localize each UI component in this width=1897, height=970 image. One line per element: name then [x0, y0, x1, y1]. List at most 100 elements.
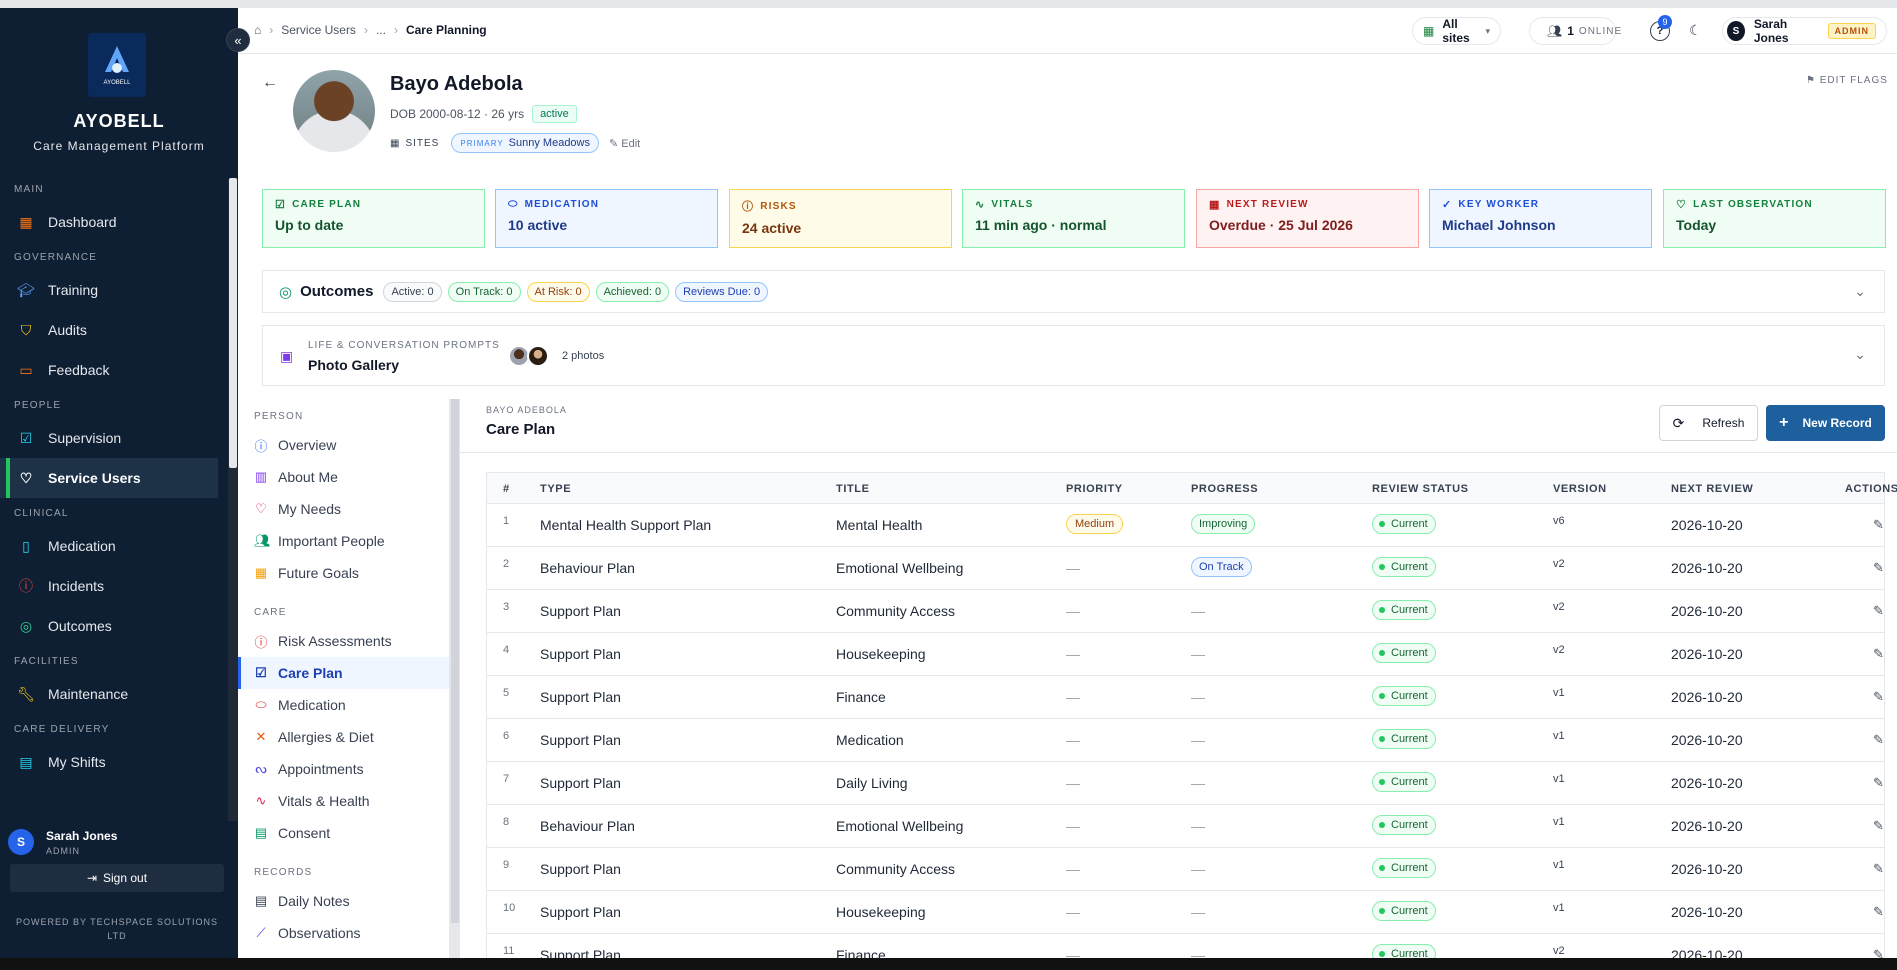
summary-card-risks[interactable]: ⓘ RISKS 24 active	[729, 189, 952, 248]
record-nav-item-appointments[interactable]: ᔓ Appointments	[238, 753, 449, 785]
sign-out-button[interactable]: ⇥ Sign out	[10, 864, 224, 892]
record-nav-item-medication[interactable]: ⬭ Medication	[238, 689, 449, 721]
column-header-actions: ACTIONS	[1845, 483, 1897, 495]
site-selector[interactable]: ▦ All sites ▾	[1412, 17, 1501, 45]
record-nav-item-consent[interactable]: ▤ Consent	[238, 817, 449, 849]
pencil-icon[interactable]: ✎	[1873, 904, 1884, 920]
status-dot	[1379, 521, 1385, 527]
profile-photo[interactable]	[293, 70, 375, 152]
table-row[interactable]: 4 Support Plan Housekeeping — — Current v2 2026…	[487, 633, 1897, 676]
edit-flags-button[interactable]: ⚑ EDIT FLAGS	[1806, 75, 1888, 86]
gallery-thumbnail[interactable]	[527, 345, 549, 367]
table-row[interactable]: 2 Behaviour Plan Emotional Wellbeing — On Tr…	[487, 547, 1897, 590]
pencil-icon[interactable]: ✎	[1873, 775, 1884, 791]
table-row[interactable]: 5 Support Plan Finance — — Current v1 2026-10-2…	[487, 676, 1897, 719]
sidebar-scrollbar[interactable]	[228, 178, 238, 821]
moon-icon[interactable]: ☾	[1689, 22, 1702, 39]
outcomes-panel[interactable]: ◎ Outcomes Active: 0 On Track: 0 At Risk…	[262, 270, 1885, 313]
chevron-down-icon[interactable]: ⌄	[1854, 283, 1866, 300]
table-row[interactable]: 1 Mental Health Support Plan Mental Health…	[487, 504, 1897, 547]
record-nav-item-observations[interactable]: ⟋ Observations	[238, 917, 449, 949]
row-number: 7	[503, 773, 510, 785]
calendar-icon: ▦	[254, 565, 268, 580]
record-nav-item-daily-notes[interactable]: ▤ Daily Notes	[238, 885, 449, 917]
new-record-button[interactable]: + New Record	[1766, 405, 1885, 441]
shield-check-icon: ⛉	[20, 321, 32, 338]
collapse-sidebar-button[interactable]: «	[226, 28, 250, 52]
record-nav-section-records: RECORDS	[254, 867, 313, 878]
home-icon[interactable]: ⌂	[254, 23, 261, 37]
pencil-icon[interactable]: ✎	[1873, 861, 1884, 877]
sidebar-item-feedback[interactable]: ▭ Feedback	[0, 350, 228, 390]
table-row[interactable]: 8 Behaviour Plan Emotional Wellbeing — — Curr…	[487, 805, 1897, 848]
record-nav-scrollbar-thumb[interactable]	[451, 399, 459, 923]
summary-card-next-review[interactable]: ▦ NEXT REVIEW Overdue · 25 Jul 2026	[1196, 189, 1419, 248]
brand-logo[interactable]: AYOBELL	[88, 33, 146, 97]
table-row[interactable]: 6 Support Plan Medication — — Current v1 2026-1…	[487, 719, 1897, 762]
record-nav-item-my-needs[interactable]: ♡ My Needs	[238, 493, 449, 525]
record-nav-scrollbar[interactable]	[450, 399, 460, 958]
pencil-icon[interactable]: ✎	[1873, 603, 1884, 619]
summary-card-medication[interactable]: ⬭ MEDICATION 10 active	[495, 189, 718, 248]
record-nav-item-important-people[interactable]: 👥︎ Important People	[238, 525, 449, 557]
sidebar-user[interactable]: S Sarah Jones ADMIN	[8, 820, 228, 864]
next-review-date: 2026-10-20	[1671, 603, 1743, 619]
summary-card-care-plan[interactable]: ☑ CARE PLAN Up to date	[262, 189, 485, 248]
sidebar-item-audits[interactable]: ⛉ Audits	[0, 310, 228, 350]
summary-card-key-worker[interactable]: ✓ KEY WORKER Michael Johnson	[1429, 189, 1652, 248]
table-row[interactable]: 9 Support Plan Community Access — — Current v1…	[487, 848, 1897, 891]
record-nav-item-care-plan[interactable]: ☑ Care Plan	[238, 657, 449, 689]
pencil-icon[interactable]: ✎	[1873, 646, 1884, 662]
summary-card-last-observation[interactable]: ♡ LAST OBSERVATION Today	[1663, 189, 1886, 248]
sidebar-item-label: Service Users	[48, 470, 141, 486]
record-type: Mental Health Support Plan	[540, 517, 712, 533]
pencil-icon[interactable]: ✎	[1873, 689, 1884, 705]
pencil-icon[interactable]: ✎	[1873, 732, 1884, 748]
column-header-progress: PROGRESS	[1191, 483, 1259, 495]
record-nav-item-risk-assessments[interactable]: ⓘ Risk Assessments	[238, 625, 449, 657]
status-dot	[1379, 693, 1385, 699]
primary-site-chip[interactable]: PRIMARY Sunny Meadows	[451, 133, 599, 153]
pencil-icon[interactable]: ✎	[1873, 517, 1884, 533]
table-row[interactable]: 7 Support Plan Daily Living — — Current v1 2026…	[487, 762, 1897, 805]
sidebar-item-maintenance[interactable]: 🔧︎ Maintenance	[0, 674, 228, 714]
record-nav-item-vitals-health[interactable]: ∿ Vitals & Health	[238, 785, 449, 817]
pencil-icon[interactable]: ✎	[1873, 818, 1884, 834]
sidebar-item-medication[interactable]: ▯ Medication	[0, 526, 228, 566]
chevron-down-icon[interactable]: ⌄	[1854, 346, 1866, 363]
breadcrumb-ellipsis[interactable]: ...	[376, 23, 386, 37]
sidebar-item-label: Supervision	[48, 430, 122, 446]
pencil-icon[interactable]: ✎	[1873, 560, 1884, 576]
sidebar-item-service-users[interactable]: ♡ Service Users	[0, 458, 218, 498]
sidebar-scrollbar-thumb[interactable]	[229, 178, 237, 468]
photo-gallery-panel[interactable]: ▣ LIFE & CONVERSATION PROMPTS Photo Gall…	[262, 325, 1885, 386]
record-nav-item-overview[interactable]: ⓘ Overview	[238, 429, 449, 461]
primary-site-name: Sunny Meadows	[508, 137, 590, 149]
back-arrow-icon[interactable]: ←	[262, 74, 278, 92]
sidebar-item-my-shifts[interactable]: ▤ My Shifts	[0, 742, 228, 782]
record-nav-item-label: Allergies & Diet	[278, 729, 374, 745]
sidebar-item-supervision[interactable]: ☑ Supervision	[0, 418, 228, 458]
online-indicator[interactable]: 👥︎ 1 ONLINE	[1529, 17, 1621, 45]
status-dot	[1379, 650, 1385, 656]
record-nav-item-about-me[interactable]: ▥ About Me	[238, 461, 449, 493]
next-review-date: 2026-10-20	[1671, 732, 1743, 748]
site-selector-value: All sites	[1442, 17, 1470, 45]
sidebar-item-training[interactable]: 🎓︎ Training	[0, 270, 228, 310]
refresh-button[interactable]: ⟳ Refresh	[1659, 405, 1758, 441]
sidebar-item-outcomes[interactable]: ◎ Outcomes	[0, 606, 228, 646]
row-number: 4	[503, 644, 510, 656]
row-number: 3	[503, 601, 510, 613]
table-row[interactable]: 3 Support Plan Community Access — — Current v2…	[487, 590, 1897, 633]
table-row[interactable]: 10 Support Plan Housekeeping — — Current v1 202…	[487, 891, 1897, 934]
record-nav-item-future-goals[interactable]: ▦ Future Goals	[238, 557, 449, 589]
summary-card-vitals[interactable]: ∿ VITALS 11 min ago · normal	[962, 189, 1185, 248]
breadcrumb-service-users[interactable]: Service Users	[281, 23, 356, 37]
sidebar-item-dashboard[interactable]: ▦ Dashboard	[0, 202, 228, 242]
edit-sites-button[interactable]: ✎ Edit	[609, 137, 640, 150]
record-nav-item-allergies-diet[interactable]: ✕ Allergies & Diet	[238, 721, 449, 753]
clipboard-check-icon: ☑	[255, 665, 267, 680]
chart-line-icon: ⟋	[256, 925, 266, 940]
sidebar-item-incidents[interactable]: ⓘ Incidents	[0, 566, 228, 606]
user-menu[interactable]: S Sarah Jones ADMIN	[1722, 17, 1887, 45]
